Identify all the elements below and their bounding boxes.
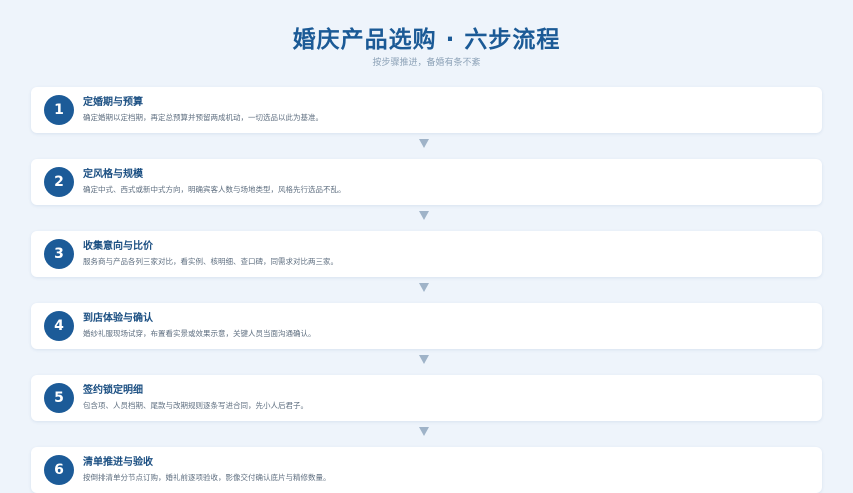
step-description: 确定中式、西式或新中式方向，明确宾客人数与场地类型，风格先行选品不乱。 bbox=[83, 185, 346, 194]
step-number-badge: 4 bbox=[44, 311, 74, 341]
step-title: 定婚期与预算 bbox=[83, 97, 143, 108]
step-connector bbox=[31, 349, 822, 375]
header: 婚庆产品选购 · 六步流程 按步骤推进，备婚有条不紊 bbox=[0, 24, 853, 69]
step-connector bbox=[31, 277, 822, 303]
step-description: 服务商与产品各列三家对比，看实例、核明细、查口碑，同需求对比两三家。 bbox=[83, 257, 338, 266]
page-subtitle: 按步骤推进，备婚有条不紊 bbox=[372, 58, 481, 68]
step-title: 到店体验与确认 bbox=[83, 313, 153, 324]
step-card-5: 5 签约锁定明细 包含项、人员档期、尾款与改期规则逐条写进合同，先小人后君子。 bbox=[31, 375, 822, 421]
step-connector bbox=[31, 421, 822, 447]
step-list: 1 定婚期与预算 确定婚期以定档期，再定总预算并预留两成机动，一切选品以此为基准… bbox=[31, 87, 822, 493]
step-connector bbox=[31, 205, 822, 231]
step-card-1: 1 定婚期与预算 确定婚期以定档期，再定总预算并预留两成机动，一切选品以此为基准… bbox=[31, 87, 822, 133]
step-title: 定风格与规模 bbox=[83, 169, 143, 180]
page-title: 婚庆产品选购 · 六步流程 bbox=[292, 27, 561, 53]
step-number-badge: 1 bbox=[44, 95, 74, 125]
step-card-6: 6 清单推进与验收 按倒排清单分节点订购，婚礼前逐项验收，影像交付确认底片与精修… bbox=[31, 447, 822, 493]
down-triangle-arrow-icon bbox=[419, 427, 429, 436]
down-triangle-arrow-icon bbox=[419, 139, 429, 148]
step-number-badge: 2 bbox=[44, 167, 74, 197]
step-number-badge: 5 bbox=[44, 383, 74, 413]
down-triangle-arrow-icon bbox=[419, 211, 429, 220]
step-description: 确定婚期以定档期，再定总预算并预留两成机动，一切选品以此为基准。 bbox=[83, 113, 323, 122]
step-description: 婚纱礼服现场试穿，布置看实景或效果示意，关键人员当面沟通确认。 bbox=[83, 329, 316, 338]
down-triangle-arrow-icon bbox=[419, 355, 429, 364]
step-title: 清单推进与验收 bbox=[83, 457, 153, 468]
step-card-4: 4 到店体验与确认 婚纱礼服现场试穿，布置看实景或效果示意，关键人员当面沟通确认… bbox=[31, 303, 822, 349]
step-number-badge: 6 bbox=[44, 455, 74, 485]
step-description: 按倒排清单分节点订购，婚礼前逐项验收，影像交付确认底片与精修数量。 bbox=[83, 473, 331, 482]
step-number-badge: 3 bbox=[44, 239, 74, 269]
step-description: 包含项、人员档期、尾款与改期规则逐条写进合同，先小人后君子。 bbox=[83, 401, 308, 410]
step-title: 收集意向与比价 bbox=[83, 241, 153, 252]
step-connector bbox=[31, 133, 822, 159]
step-card-3: 3 收集意向与比价 服务商与产品各列三家对比，看实例、核明细、查口碑，同需求对比… bbox=[31, 231, 822, 277]
down-triangle-arrow-icon bbox=[419, 283, 429, 292]
step-card-2: 2 定风格与规模 确定中式、西式或新中式方向，明确宾客人数与场地类型，风格先行选… bbox=[31, 159, 822, 205]
step-title: 签约锁定明细 bbox=[83, 385, 143, 396]
